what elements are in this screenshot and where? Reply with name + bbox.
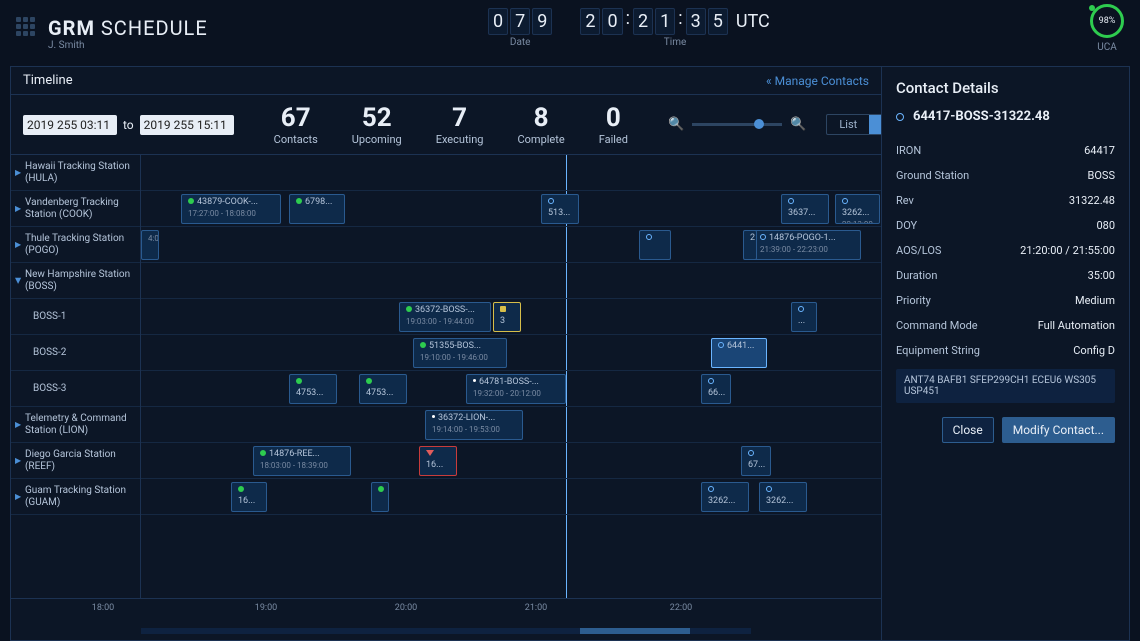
uca-gauge: 98% [1090,4,1124,38]
timeline-lane: 4:00 14876-POGO-1...21:39:00 - 22:23:002 [141,227,881,263]
station-row[interactable]: BOSS-3 [11,371,140,407]
detail-row: DOY080 [896,213,1115,238]
detail-row: Rev31322.48 [896,188,1115,213]
contact-block[interactable]: 3 [493,302,521,332]
contact-block[interactable]: 14876-POGO-1...21:39:00 - 22:23:00 [753,230,861,260]
clock-time: 20:21:35UTC Time [580,8,769,48]
contact-block[interactable] [639,230,671,260]
horizontal-scrollbar[interactable] [141,628,751,634]
panel-title: Timeline [23,73,73,88]
view-list-button[interactable]: List [827,115,869,134]
timeline-lane: 36372-LION-...19:14:00 - 19:53:00 [141,407,881,443]
station-row[interactable]: ▶Guam Tracking Station (GUAM) [11,479,140,515]
detail-row: Equipment StringConfig D [896,338,1115,363]
contact-block[interactable]: 67... [741,446,771,476]
contact-block[interactable]: 4753... [359,374,407,404]
contact-block[interactable]: 2 [743,230,757,260]
detail-row: Duration35:00 [896,263,1115,288]
range-to-input[interactable] [140,115,234,135]
contact-block[interactable]: 36372-LION-...19:14:00 - 19:53:00 [425,410,523,440]
contact-block[interactable]: 14876-REE...18:03:00 - 18:39:00 [253,446,351,476]
manage-contacts-link[interactable]: « Manage Contacts [766,74,869,88]
station-row[interactable]: ▶Telemetry & Command Station (LION) [11,407,140,443]
contact-block[interactable]: 16... [231,482,267,512]
contact-block[interactable] [371,482,389,512]
stat-contacts: 67Contacts [274,103,318,146]
station-row[interactable]: ▶Diego Garcia Station (REEF) [11,443,140,479]
contact-block[interactable]: 66... [701,374,731,404]
timeline-lane: 4753... 4753... 64781-BOSS-...19:32:00 - 2… [141,371,881,407]
contact-block[interactable]: 3262...22:13:00 [835,194,880,224]
contact-block[interactable]: 4753... [289,374,337,404]
stat-upcoming: 52Upcoming [352,103,402,146]
equipment-string: ANT74 BAFB1 SFEP299CH1 ECEU6 WS305 USP45… [896,369,1115,403]
contact-block[interactable]: 36372-BOSS-...19:03:00 - 19:44:00 [399,302,491,332]
app-title: GRM SCHEDULE [48,16,208,40]
stat-complete: 8Complete [517,103,564,146]
contact-block[interactable]: 3637... [781,194,829,224]
close-button[interactable]: Close [942,417,994,443]
station-row[interactable]: ▶Vandenberg Tracking Station (COOK) [11,191,140,227]
contact-block[interactable]: ... [791,302,817,332]
station-row[interactable]: BOSS-2 [11,335,140,371]
stat-failed: 0Failed [599,103,628,146]
details-heading: Contact Details [896,79,1115,97]
modify-contact-button[interactable]: Modify Contact... [1002,417,1115,443]
contact-block[interactable]: 16... [419,446,457,476]
timeline-lane: 43879-COOK-...17:27:00 - 18:08:00 6798...… [141,191,881,227]
detail-row: Command ModeFull Automation [896,313,1115,338]
time-range: to [23,115,234,135]
contact-block[interactable]: 51355-BOS...19:10:00 - 19:46:00 [413,338,507,368]
range-from-input[interactable] [23,115,117,135]
zoom-slider[interactable] [692,123,782,126]
detail-row: PriorityMedium [896,288,1115,313]
contact-block[interactable]: 6798... [289,194,345,224]
contact-name: 64417-BOSS-31322.48 [896,109,1115,124]
logo-icon [16,17,38,39]
contact-block[interactable]: 4:00 [141,230,159,260]
zoom-out-icon[interactable]: 🔍 [668,117,684,132]
timeline-lane: 36372-BOSS-...19:03:00 - 19:44:003... [141,299,881,335]
clock-date: 079 Date [488,8,552,48]
user-name: J. Smith [48,40,85,51]
timeline-lane [141,263,881,299]
contact-block[interactable]: 6441... [711,338,767,368]
view-timeline-button[interactable]: Timeline [869,115,881,134]
timeline-lane: 16... 3262... 3262... [141,479,881,515]
contact-block[interactable]: 513... [541,194,579,224]
timeline-lane: 14876-REE...18:03:00 - 18:39:00 16... 67..… [141,443,881,479]
zoom-in-icon[interactable]: 🔍 [790,117,806,132]
timeline-lane [141,155,881,191]
detail-row: AOS/LOS21:20:00 / 21:55:00 [896,238,1115,263]
detail-row: Ground StationBOSS [896,163,1115,188]
time-axis: 18:0019:0020:0021:0022:00 [11,598,881,626]
station-row[interactable]: BOSS-1 [11,299,140,335]
station-row[interactable]: ▶Hawaii Tracking Station (HULA) [11,155,140,191]
timeline-lane: 51355-BOS...19:10:00 - 19:46:00 6441... [141,335,881,371]
station-row[interactable]: ▶Thule Tracking Station (POGO) [11,227,140,263]
contact-block[interactable]: 3262... [701,482,749,512]
station-row[interactable]: ▶New Hampshire Station (BOSS) [11,263,140,299]
contact-block[interactable]: 64781-BOSS-...19:32:00 - 20:12:00 [466,374,566,404]
contact-block[interactable]: 3262... [759,482,807,512]
uca-label: UCA [1097,42,1117,53]
contact-block[interactable]: 43879-COOK-...17:27:00 - 18:08:00 [181,194,281,224]
detail-row: IRON64417 [896,138,1115,163]
stat-executing: 7Executing [436,103,484,146]
